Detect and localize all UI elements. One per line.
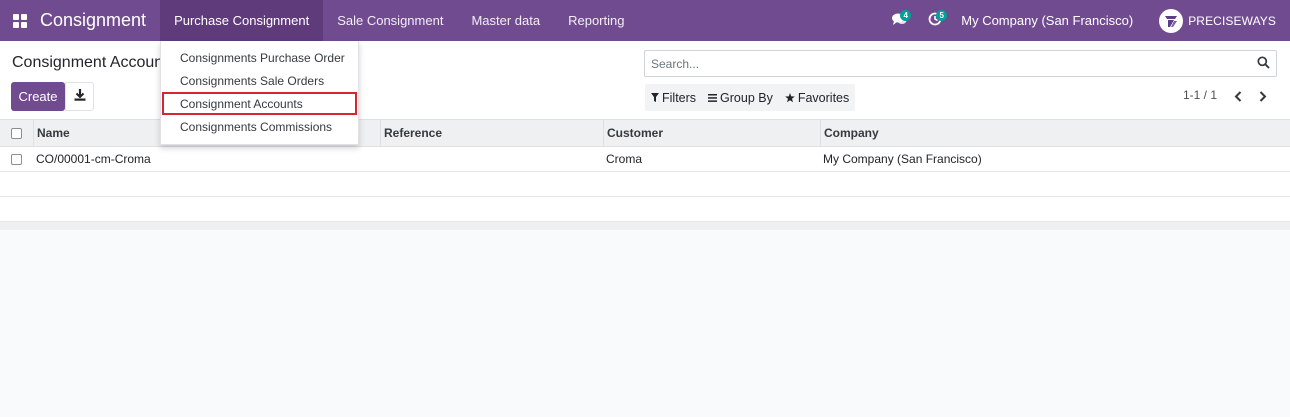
purchase-consignment-dropdown: Consignments Purchase Order Consignments… [160, 41, 359, 145]
group-by-label: Group By [720, 90, 773, 105]
user-avatar-logo [1159, 8, 1184, 33]
empty-row [0, 197, 1290, 222]
export-button[interactable] [65, 82, 94, 111]
cell-name[interactable]: CO/00001-cm-Croma [36, 147, 151, 171]
messages-badge: 4 [900, 10, 912, 21]
activities-badge: 5 [936, 10, 948, 21]
group-by-button[interactable]: Group By [702, 84, 779, 111]
select-all-checkbox[interactable] [11, 127, 22, 139]
empty-row [0, 172, 1290, 197]
cell-customer[interactable]: Croma [606, 147, 642, 171]
table-row[interactable]: CO/00001-cm-Croma Croma My Company (San … [0, 147, 1290, 172]
column-separator [820, 120, 821, 146]
activity-menu[interactable]: 5 [917, 0, 953, 41]
favorites-button[interactable]: Favorites [779, 84, 855, 111]
user-menu[interactable]: PRECISEWAYS [1149, 8, 1290, 33]
column-separator [33, 120, 34, 146]
chevron-left-icon [1234, 90, 1242, 102]
select-all-checkbox-cell [11, 120, 22, 146]
column-separator [603, 120, 604, 146]
filter-icon [651, 93, 659, 102]
row-checkbox[interactable] [11, 153, 22, 165]
table-footer [0, 222, 1290, 230]
menu-purchase-consignment[interactable]: Purchase Consignment [160, 0, 324, 41]
dropdown-item-commissions[interactable]: Consignments Commissions [161, 115, 358, 138]
dropdown-item-sale-orders[interactable]: Consignments Sale Orders [161, 69, 358, 92]
dropdown-item-purchase-order[interactable]: Consignments Purchase Order [161, 46, 358, 69]
search-icon[interactable] [1257, 56, 1270, 72]
column-header-customer[interactable]: Customer [607, 120, 663, 146]
search-box [644, 50, 1277, 77]
favorites-label: Favorites [797, 90, 850, 105]
column-header-reference[interactable]: Reference [384, 120, 442, 146]
top-navbar: Consignment Purchase Consignment Sale Co… [0, 0, 1290, 41]
list-icon [708, 93, 718, 102]
search-input[interactable] [645, 51, 1245, 76]
apps-menu-icon[interactable] [2, 0, 38, 41]
column-separator [380, 120, 381, 146]
filters-button[interactable]: Filters [645, 84, 702, 111]
company-switcher[interactable]: My Company (San Francisco) [953, 13, 1149, 28]
pager-previous-button[interactable] [1228, 86, 1248, 106]
row-checkbox-cell [11, 147, 22, 171]
menu-sale-consignment[interactable]: Sale Consignment [323, 0, 457, 41]
app-name[interactable]: Consignment [40, 10, 146, 31]
cell-company[interactable]: My Company (San Francisco) [823, 147, 982, 171]
menu-master-data[interactable]: Master data [457, 0, 554, 41]
dropdown-item-consignment-accounts[interactable]: Consignment Accounts [162, 92, 357, 115]
chevron-right-icon [1259, 90, 1267, 102]
create-button[interactable]: Create [11, 82, 65, 111]
pager-value[interactable]: 1-1 / 1 [1183, 88, 1217, 102]
page-title: Consignment Accounts [12, 54, 176, 71]
filters-label: Filters [662, 90, 697, 105]
column-header-name[interactable]: Name [37, 120, 70, 146]
pager-next-button[interactable] [1253, 86, 1273, 106]
star-icon [785, 92, 795, 102]
column-header-company[interactable]: Company [824, 120, 879, 146]
search-options-bar: Filters Group By Favorites [645, 84, 856, 111]
user-name: PRECISEWAYS [1188, 13, 1276, 28]
messaging-menu[interactable]: 4 [881, 0, 917, 41]
download-icon [74, 89, 86, 104]
menu-reporting[interactable]: Reporting [554, 0, 638, 41]
